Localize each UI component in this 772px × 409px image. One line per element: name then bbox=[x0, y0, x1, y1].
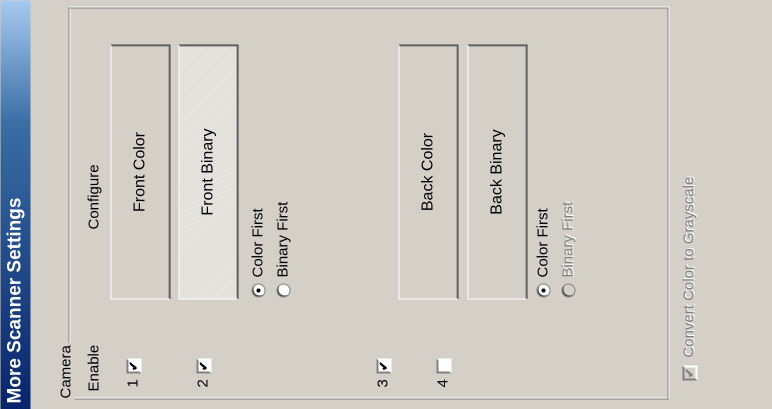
front-binary-first-option[interactable]: Binary First bbox=[274, 201, 291, 297]
camera-1-enable-checkbox[interactable]: ✔ bbox=[126, 358, 141, 373]
front-binary-first-label: Binary First bbox=[274, 201, 291, 277]
convert-grayscale-checkbox[interactable]: ✔ bbox=[682, 365, 697, 380]
back-color-first-radio[interactable] bbox=[535, 283, 550, 297]
camera-3-number: 3 bbox=[374, 378, 391, 387]
front-color-first-label: Color First bbox=[249, 207, 266, 277]
camera-2-enable-checkbox[interactable]: ✔ bbox=[196, 358, 211, 373]
back-binary-first-radio[interactable] bbox=[560, 283, 575, 297]
enable-header: Enable bbox=[85, 344, 102, 391]
camera-group-label: Camera bbox=[57, 341, 74, 401]
back-binary-first-option[interactable]: Binary First bbox=[559, 201, 576, 297]
convert-grayscale-label: Convert Color to Grayscale bbox=[680, 176, 697, 357]
camera-1-number: 1 bbox=[124, 378, 141, 387]
camera-4-number: 4 bbox=[434, 378, 451, 387]
front-color-first-radio[interactable] bbox=[250, 283, 265, 297]
front-color-first-option[interactable]: Color First bbox=[249, 208, 266, 297]
camera-3-enable-checkbox[interactable]: ✔ bbox=[376, 358, 391, 373]
back-color-first-label: Color First bbox=[534, 207, 551, 277]
back-binary-first-label: Binary First bbox=[559, 201, 576, 277]
back-color-first-option[interactable]: Color First bbox=[534, 208, 551, 297]
scanner-settings-dialog: More Scanner Settings Camera Enable Conf… bbox=[0, 0, 772, 409]
front-binary-first-radio[interactable] bbox=[275, 283, 290, 297]
back-color-button[interactable]: Back Color bbox=[398, 44, 458, 299]
camera-4-enable-checkbox[interactable] bbox=[436, 358, 451, 373]
front-binary-button[interactable]: Front Binary bbox=[178, 44, 238, 299]
window-title: More Scanner Settings bbox=[0, 0, 30, 409]
front-color-button[interactable]: Front Color bbox=[110, 44, 170, 299]
configure-header: Configure bbox=[85, 163, 102, 229]
back-binary-button[interactable]: Back Binary bbox=[467, 44, 527, 299]
camera-2-number: 2 bbox=[194, 378, 211, 387]
